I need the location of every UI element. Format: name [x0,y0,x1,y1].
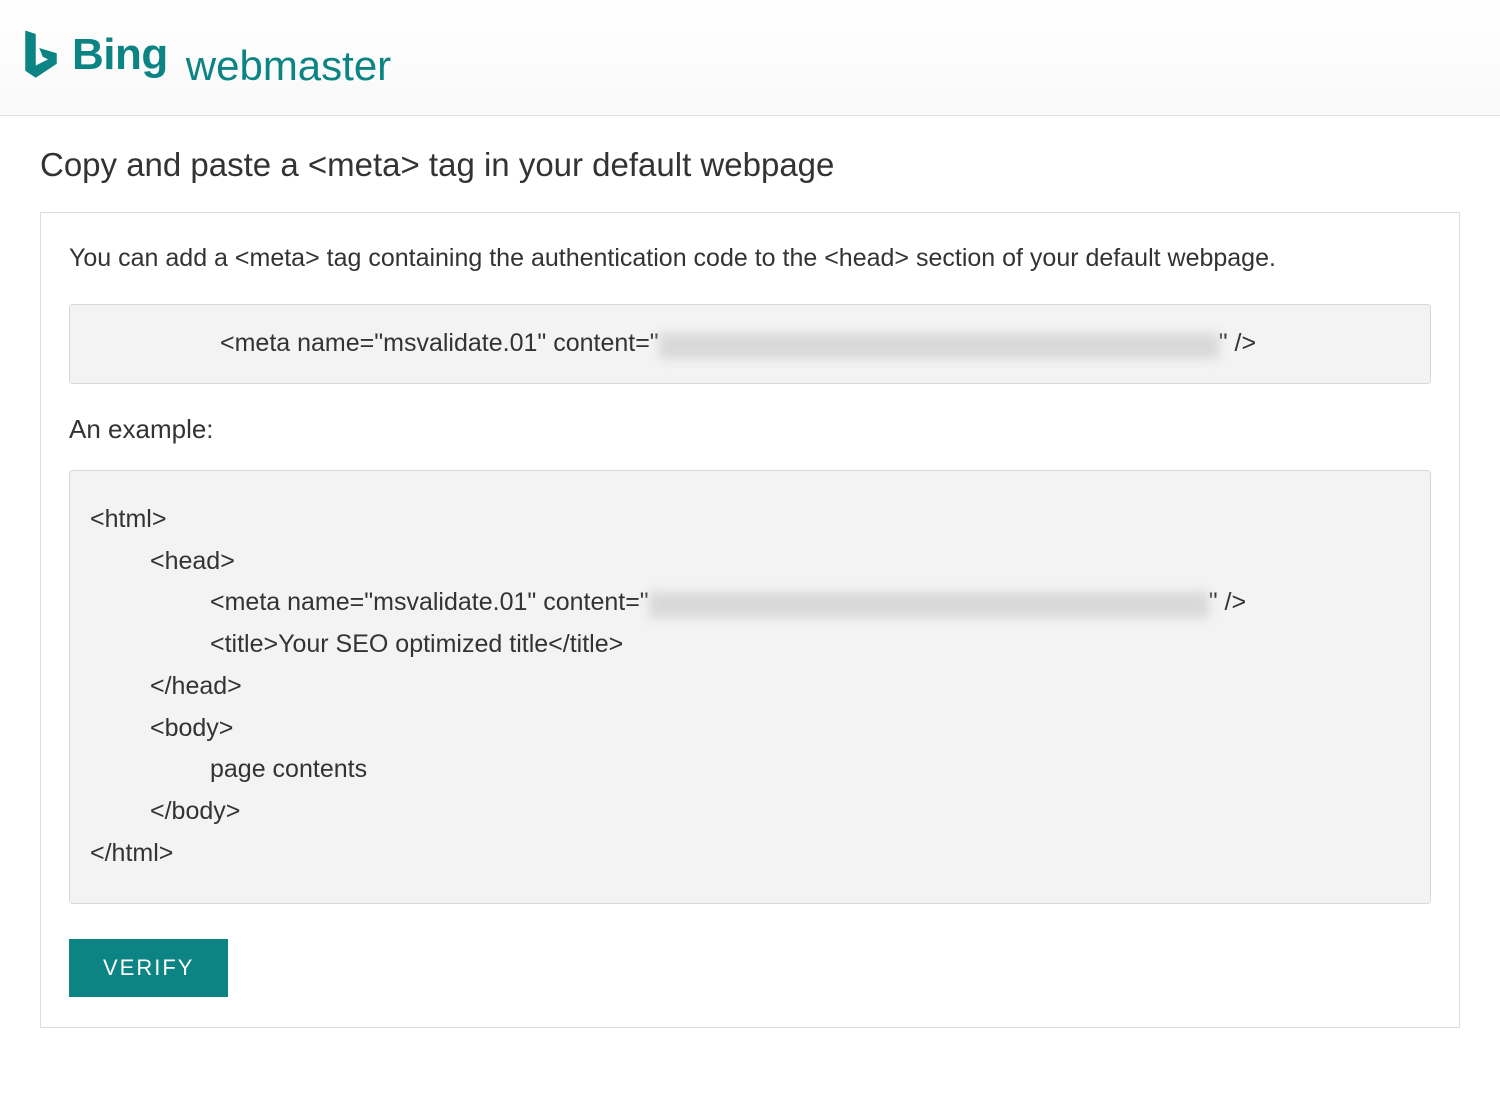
example-line: </body> [90,791,1410,833]
meta-suffix: " /> [1219,327,1256,361]
meta-tag-code-box[interactable]: <meta name="msvalidate.01" content=" " /… [69,304,1431,384]
example-line: </head> [90,666,1410,708]
example-line: <head> [90,541,1410,583]
redacted-auth-code [659,333,1219,359]
example-line: </html> [90,833,1410,875]
bing-icon [20,30,62,80]
intro-text: You can add a <meta> tag containing the … [69,241,1431,276]
example-line-meta: <meta name="msvalidate.01" content=" " /… [90,582,1410,624]
brand-name: Bing [72,30,168,80]
example-line: <title>Your SEO optimized title</title> [90,624,1410,666]
example-meta-prefix: <meta name="msvalidate.01" content=" [210,586,649,620]
header: Bing webmaster [0,0,1500,116]
meta-prefix: <meta name="msvalidate.01" content=" [220,327,659,361]
example-line: page contents [90,749,1410,791]
example-line: <html> [90,499,1410,541]
product-name: webmaster [186,42,391,90]
example-code-box[interactable]: <html> <head> <meta name="msvalidate.01"… [69,470,1431,904]
brand-logo[interactable]: Bing [20,30,168,80]
page-heading: Copy and paste a <meta> tag in your defa… [40,146,1460,184]
verification-panel: You can add a <meta> tag containing the … [40,212,1460,1028]
example-meta-suffix: " /> [1209,586,1246,620]
redacted-auth-code [649,592,1209,618]
example-label: An example: [69,414,1431,445]
example-line: <body> [90,708,1410,750]
verify-button[interactable]: VERIFY [69,939,228,997]
content-area: Copy and paste a <meta> tag in your defa… [0,116,1500,1048]
meta-tag-line: <meta name="msvalidate.01" content=" " /… [100,327,1400,361]
